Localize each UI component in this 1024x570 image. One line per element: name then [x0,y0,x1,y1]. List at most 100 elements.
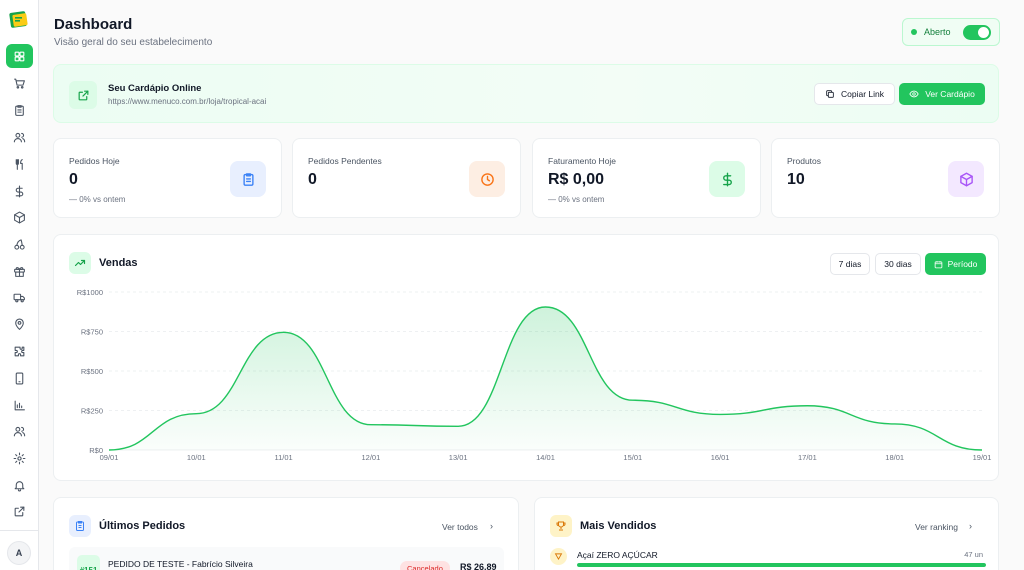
page-title: Dashboard [54,16,133,33]
external-link-icon [14,506,25,516]
bar-chart-icon [14,400,25,410]
open-switch[interactable] [963,24,991,40]
sidebar-item-finance[interactable] [6,179,33,203]
clipboard-icon [15,104,24,116]
range-7-days-button[interactable]: 7 dias [830,253,870,275]
stat-value: 10 [787,171,805,188]
stat-change: — 0% vs ontem [548,195,605,204]
x-tick-label: 19/01 [973,453,992,462]
bell-icon [14,480,25,491]
logo[interactable] [9,9,29,29]
range-period-label: Período [947,259,978,269]
sidebar-item-menu[interactable] [6,98,33,122]
stat-label: Pedidos Pendentes [308,156,382,166]
smartphone-icon [15,372,24,384]
sidebar-item-inventory[interactable] [6,205,33,229]
top-item-progress-fill [577,563,986,567]
recent-orders-card: Últimos Pedidos Ver todos › #151 PEDIDO … [53,497,519,570]
online-menu-banner: Seu Cardápio Online https://www.menuco.c… [53,64,999,123]
series-area [109,307,982,450]
y-tick-label: R$250 [81,407,103,416]
view-menu-button[interactable]: Ver Cardápio [899,83,985,105]
sidebar-item-reports[interactable] [6,393,33,417]
sidebar-divider [0,530,39,531]
x-tick-label: 10/01 [187,453,206,462]
map-pin-icon [15,318,24,330]
box-icon [948,161,984,197]
stat-label: Faturamento Hoje [548,156,617,166]
sidebar-item-notifications[interactable] [6,473,33,497]
chevron-right-icon: › [969,521,972,531]
trending-up-icon [69,252,91,274]
cherries-icon [14,238,25,250]
x-tick-label: 12/01 [362,453,381,462]
sidebar-item-promotions[interactable] [6,259,33,283]
sidebar-item-integrations[interactable] [6,339,33,363]
stat-card: Produtos 10 [771,138,1000,218]
recent-orders-title: Últimos Pedidos [99,520,186,532]
menu-url[interactable]: https://www.menuco.com.br/loja/tropical-… [108,97,266,106]
copy-link-label: Copiar Link [841,89,884,99]
trophy-icon [550,515,572,537]
view-all-orders-link[interactable]: Ver todos [442,522,478,532]
stat-card: Pedidos Hoje 0 — 0% vs ontem [53,138,282,218]
avatar[interactable]: A [7,541,31,565]
range-30-days-button[interactable]: 30 dias [875,253,921,275]
clock-icon [469,161,505,197]
x-tick-label: 16/01 [711,453,730,462]
y-tick-label: R$500 [81,367,103,376]
order-row[interactable]: #151 PEDIDO DE TESTE - Fabrício Silveira… [69,547,504,570]
stat-value: R$ 0,00 [548,171,605,188]
truck-icon [13,293,25,302]
order-total: R$ 26,89 [460,562,497,570]
top-sellers-card: Mais Vendidos Ver ranking › Açaí ZERO AÇ… [534,497,999,570]
sidebar-item-dashboard[interactable] [6,44,33,68]
banner-title: Seu Cardápio Online [108,83,202,94]
stat-card: Pedidos Pendentes 0 [292,138,521,218]
sidebar-item-orders[interactable] [6,71,33,95]
sidebar-item-app[interactable] [6,366,33,390]
x-tick-label: 09/01 [100,453,119,462]
top-item-progress [577,563,986,567]
sidebar-item-locations[interactable] [6,312,33,336]
sidebar-item-team[interactable] [6,419,33,443]
stat-value: 0 [308,171,317,188]
box-icon [14,211,25,223]
view-ranking-link[interactable]: Ver ranking [915,522,958,532]
stat-card: Faturamento Hoje R$ 0,00 — 0% vs ontem [532,138,761,218]
stat-label: Pedidos Hoje [69,156,120,166]
status-label: Aberto [924,27,951,37]
y-tick-label: R$750 [81,328,103,337]
status-dot [911,29,917,35]
users-icon [13,426,26,436]
sales-chart: R$0R$250R$500R$750R$100009/01 10/01 11/01 1… [77,288,992,462]
sidebar: A [0,0,39,570]
page-subtitle: Visão geral do seu estabelecimento [54,37,213,48]
dollar-icon [15,185,24,197]
medal-icon [550,548,567,565]
range-period-button[interactable]: Período [925,253,986,275]
users-icon [13,132,26,142]
store-status-toggle[interactable]: Aberto [902,18,1000,46]
top-item-count: 47 un [964,550,983,559]
chevron-right-icon: › [490,521,493,531]
gift-icon [14,266,25,277]
view-menu-label: Ver Cardápio [925,89,975,99]
clipboard-icon [230,161,266,197]
order-number: #151 [77,555,100,570]
copy-link-button[interactable]: Copiar Link [814,83,895,105]
sidebar-item-categories[interactable] [6,232,33,256]
sidebar-item-products[interactable] [6,152,33,176]
x-tick-label: 14/01 [536,453,555,462]
x-tick-label: 18/01 [885,453,904,462]
sales-card: Vendas 7 dias 30 dias Período R$0 R$250 R$… [53,234,999,481]
sidebar-item-settings[interactable] [6,446,33,470]
dollar-icon [709,161,745,197]
sidebar-item-customers[interactable] [6,125,33,149]
sidebar-item-delivery[interactable] [6,285,33,309]
order-status-badge: Cancelado [400,561,450,570]
sidebar-item-external[interactable] [6,499,33,523]
grid-icon [14,51,25,61]
stat-label: Produtos [787,156,822,166]
stat-value: 0 [69,171,78,188]
